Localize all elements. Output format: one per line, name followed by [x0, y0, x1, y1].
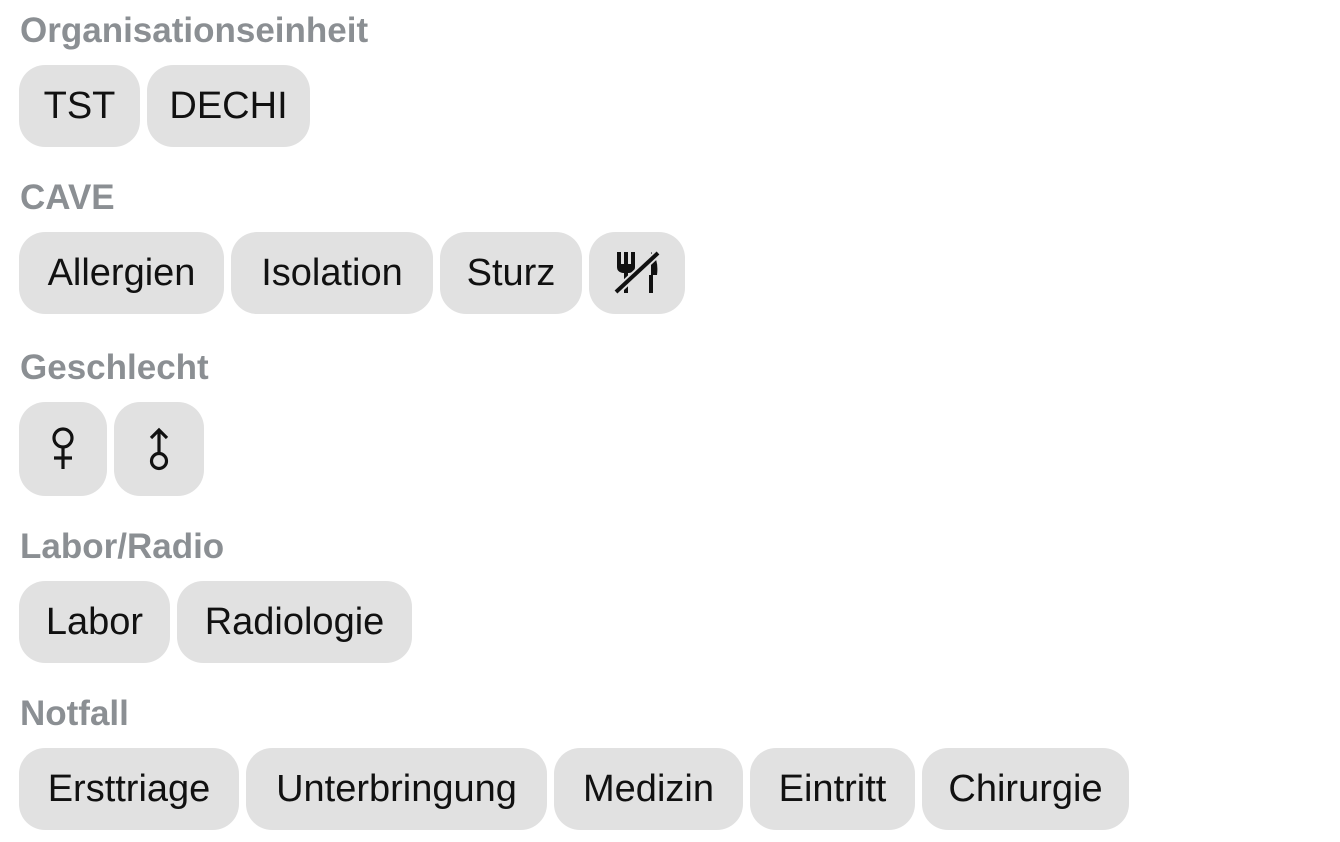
section-title-labor-radio: Labor/Radio — [20, 527, 225, 566]
chip-row-labor-radio: Labor Radiologie — [19, 581, 412, 663]
section-title-notfall: Notfall — [20, 694, 129, 733]
chip-row-organisationseinheit: TST DECHI — [19, 65, 310, 147]
chip-chirurgie[interactable]: Chirurgie — [922, 748, 1129, 830]
section-title-cave: CAVE — [20, 178, 115, 217]
chip-allergien[interactable]: Allergien — [19, 232, 224, 314]
chip-eintritt[interactable]: Eintritt — [750, 748, 915, 830]
chip-unterbringung[interactable]: Unterbringung — [246, 748, 547, 830]
chip-isolation[interactable]: Isolation — [231, 232, 433, 314]
female-icon — [48, 427, 78, 471]
chip-male[interactable] — [114, 402, 204, 496]
chip-dechi[interactable]: DECHI — [147, 65, 310, 147]
chip-tst[interactable]: TST — [19, 65, 140, 147]
no-food-icon — [613, 249, 661, 297]
chip-sturz[interactable]: Sturz — [440, 232, 582, 314]
chip-row-notfall: Ersttriage Unterbringung Medizin Eintrit… — [19, 748, 1129, 830]
section-title-geschlecht: Geschlecht — [20, 348, 209, 387]
chip-row-geschlecht — [19, 402, 204, 496]
chip-row-cave: Allergien Isolation Sturz — [19, 232, 685, 314]
chip-female[interactable] — [19, 402, 107, 496]
male-icon — [146, 427, 172, 471]
chip-labor[interactable]: Labor — [19, 581, 170, 663]
chip-ersttriage[interactable]: Ersttriage — [19, 748, 239, 830]
section-title-organisationseinheit: Organisationseinheit — [20, 11, 369, 50]
chip-radiologie[interactable]: Radiologie — [177, 581, 412, 663]
chip-no-food[interactable] — [589, 232, 685, 314]
chip-medizin[interactable]: Medizin — [554, 748, 743, 830]
